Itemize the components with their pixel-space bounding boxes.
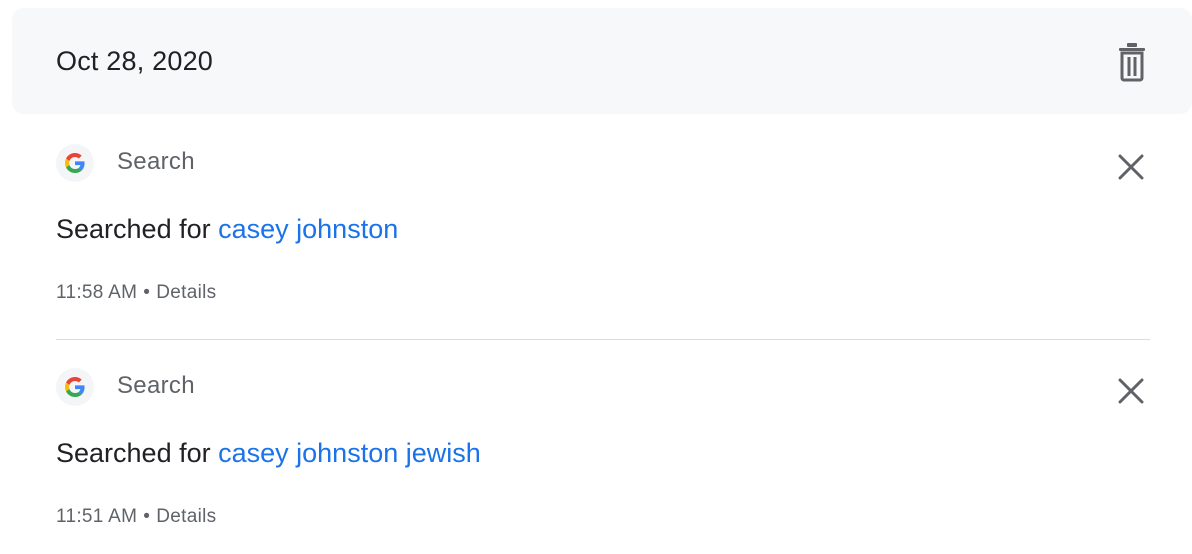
product-badge xyxy=(56,368,94,406)
trash-icon[interactable] xyxy=(1116,42,1148,82)
date-group-header: Oct 28, 2020 xyxy=(12,8,1192,114)
action-prefix: Searched for xyxy=(56,214,211,244)
activity-meta: 11:51 AM • Details xyxy=(56,506,216,528)
activity-meta: 11:58 AM • Details xyxy=(56,282,216,304)
product-label: Search xyxy=(117,148,195,175)
timestamp: 11:51 AM xyxy=(56,506,138,527)
date-label: Oct 28, 2020 xyxy=(56,46,214,76)
search-query-link[interactable]: casey johnston jewish xyxy=(218,438,481,468)
google-g-icon xyxy=(65,377,85,397)
timestamp: 11:58 AM xyxy=(56,282,138,303)
details-link[interactable]: Details xyxy=(156,282,216,303)
details-link[interactable]: Details xyxy=(156,506,216,527)
close-icon[interactable] xyxy=(1114,374,1148,408)
product-badge xyxy=(56,144,94,182)
activity-item: Search Searched for casey johnston jewis… xyxy=(56,360,1150,554)
close-icon[interactable] xyxy=(1114,150,1148,184)
activity-item: Search Searched for casey johnston 11:58… xyxy=(56,136,1150,340)
action-prefix: Searched for xyxy=(56,438,211,468)
google-g-icon xyxy=(65,153,85,173)
meta-separator: • xyxy=(143,282,151,303)
search-query-link[interactable]: casey johnston xyxy=(218,214,398,244)
meta-separator: • xyxy=(143,506,151,527)
activity-title: Searched for casey johnston jewish xyxy=(56,438,481,469)
product-label: Search xyxy=(117,372,195,399)
activity-title: Searched for casey johnston xyxy=(56,214,398,245)
